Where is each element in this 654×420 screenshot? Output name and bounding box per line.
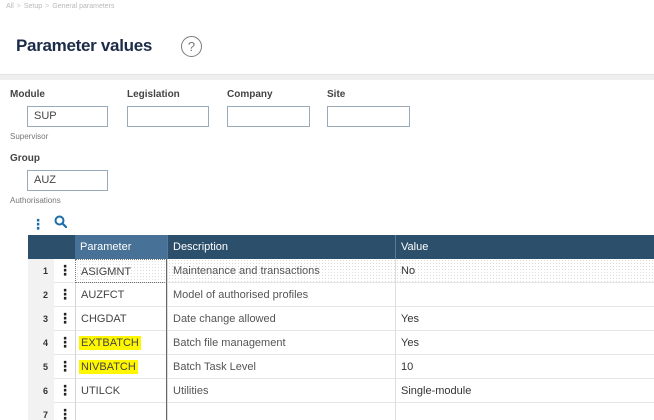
vertical-dots-icon[interactable]: ⋮ [58, 331, 72, 355]
vertical-dots-icon[interactable]: ⋮ [58, 283, 72, 307]
value-cell[interactable]: 10 [395, 355, 654, 379]
column-header-value[interactable]: Value [395, 235, 654, 259]
site-field[interactable] [327, 106, 410, 127]
legislation-label: Legislation [127, 89, 180, 100]
description-cell: Date change allowed [167, 307, 395, 331]
value-cell[interactable]: Yes [395, 331, 654, 355]
vertical-dots-icon[interactable]: ⋮ [58, 355, 72, 379]
company-label: Company [227, 89, 273, 100]
row-number: 3 [28, 307, 54, 331]
column-header-parameter[interactable]: Parameter [75, 235, 167, 259]
module-description: Supervisor [10, 132, 49, 141]
module-field[interactable]: SUP [27, 106, 108, 127]
parameter-cell[interactable] [75, 403, 167, 420]
vertical-dots-icon[interactable]: ⋮ [58, 307, 72, 331]
table-row[interactable]: 7 ⋮ [28, 403, 654, 420]
parameter-code-highlighted: EXTBATCH [79, 336, 141, 350]
description-cell: Batch Task Level [167, 355, 395, 379]
breadcrumb-separator: > [16, 3, 21, 10]
grid-body: 1 ⋮ ASIGMNT Maintenance and transactions… [28, 259, 654, 420]
vertical-dots-icon[interactable]: ⋮ [58, 379, 72, 403]
table-row[interactable]: 4 ⋮ EXTBATCH Batch file management Yes [28, 331, 654, 355]
parameter-cell[interactable]: NIVBATCH [75, 355, 167, 379]
vertical-dots-icon[interactable]: ⋮ [58, 403, 72, 420]
vertical-dots-icon[interactable]: ⋮ [31, 216, 45, 233]
group-description: Authorisations [10, 196, 61, 205]
table-row[interactable]: 2 ⋮ AUZFCT Model of authorised profiles [28, 283, 654, 307]
parameter-code: AUZFCT [81, 289, 125, 301]
grid-header: Parameter Description Value [28, 235, 654, 259]
column-header-description[interactable]: Description [167, 235, 395, 259]
parameter-code: UTILCK [81, 385, 121, 397]
table-row[interactable]: 6 ⋮ UTILCK Utilities Single-module [28, 379, 654, 403]
breadcrumb-separator: > [45, 3, 50, 10]
module-label: Module [10, 89, 45, 100]
breadcrumb-item-all[interactable]: All [6, 3, 14, 10]
value-cell[interactable] [395, 283, 654, 307]
description-cell: Batch file management [167, 331, 395, 355]
parameter-code: CHGDAT [81, 313, 127, 325]
value-cell[interactable]: No [395, 259, 654, 283]
table-row[interactable]: 3 ⋮ CHGDAT Date change allowed Yes [28, 307, 654, 331]
breadcrumb: All > Setup > General parameters [6, 3, 115, 10]
page-title: Parameter values [16, 36, 153, 55]
value-cell[interactable] [395, 403, 654, 420]
value-cell[interactable]: Yes [395, 307, 654, 331]
parameter-cell[interactable]: AUZFCT [75, 283, 167, 307]
row-number: 7 [28, 403, 54, 420]
parameter-code-highlighted: NIVBATCH [79, 360, 138, 374]
parameter-code: ASIGMNT [81, 266, 132, 278]
table-row[interactable]: 5 ⋮ NIVBATCH Batch Task Level 10 [28, 355, 654, 379]
parameter-cell[interactable]: ASIGMNT [75, 259, 167, 283]
row-number: 4 [28, 331, 54, 355]
parameter-cell[interactable]: EXTBATCH [75, 331, 167, 355]
value-cell[interactable]: Single-module [395, 379, 654, 403]
parameter-cell[interactable]: CHGDAT [75, 307, 167, 331]
group-label: Group [10, 153, 40, 164]
description-cell: Maintenance and transactions [167, 259, 395, 283]
description-cell [167, 403, 395, 420]
row-number: 5 [28, 355, 54, 379]
search-icon[interactable] [54, 215, 67, 228]
help-icon[interactable]: ? [181, 36, 202, 57]
breadcrumb-item-general-parameters[interactable]: General parameters [52, 3, 114, 10]
row-number: 2 [28, 283, 54, 307]
breadcrumb-item-setup[interactable]: Setup [24, 3, 42, 10]
section-divider [0, 74, 654, 80]
company-field[interactable] [227, 106, 310, 127]
legislation-field[interactable] [127, 106, 209, 127]
description-cell: Utilities [167, 379, 395, 403]
vertical-dots-icon[interactable]: ⋮ [58, 259, 72, 283]
table-row[interactable]: 1 ⋮ ASIGMNT Maintenance and transactions… [28, 259, 654, 283]
row-number: 6 [28, 379, 54, 403]
description-cell: Model of authorised profiles [167, 283, 395, 307]
parameter-cell[interactable]: UTILCK [75, 379, 167, 403]
row-number: 1 [28, 259, 54, 283]
site-label: Site [327, 89, 346, 100]
group-field[interactable]: AUZ [27, 170, 108, 191]
